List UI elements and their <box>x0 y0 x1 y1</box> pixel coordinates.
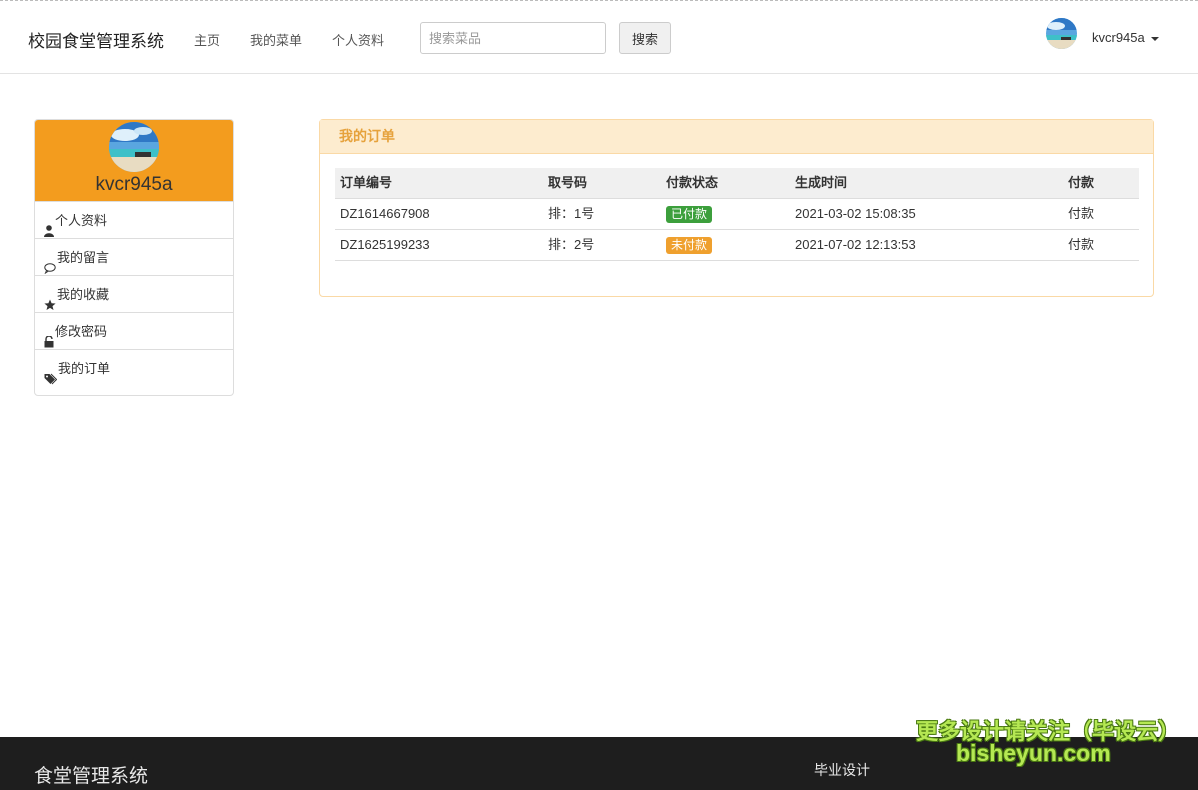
footer-title: 食堂管理系统 <box>34 766 149 787</box>
table-row: DZ1625199233 排：2号 未付款 2021-07-02 12:13:5… <box>335 230 1139 261</box>
orders-table: 订单编号 取号码 付款状态 生成时间 付款 DZ1614667908 排：1号 … <box>335 168 1139 261</box>
column-header: 订单编号 <box>340 175 393 190</box>
status-badge: 已付款 <box>666 206 713 224</box>
star-icon <box>44 288 56 310</box>
created-time: 2021-03-02 15:08:35 <box>795 206 916 221</box>
profile-username: kvcr945a <box>95 174 173 195</box>
profile-avatar <box>109 122 159 172</box>
brand-title[interactable]: 校园食堂管理系统 <box>28 27 164 52</box>
sidebar-item-profile[interactable]: 个人资料 <box>35 201 233 238</box>
sidebar-item-label: 个人资料 <box>55 212 108 228</box>
search-button[interactable]: 搜索 <box>619 22 671 54</box>
avatar[interactable] <box>1046 18 1077 49</box>
panel-title: 我的订单 <box>320 120 1153 154</box>
pay-link[interactable]: 付款 <box>1068 230 1094 260</box>
sidebar-item-messages[interactable]: 我的留言 <box>35 238 233 275</box>
comment-icon <box>44 251 56 275</box>
column-header: 生成时间 <box>795 175 848 190</box>
watermark-url: bisheyun.com <box>956 740 1111 766</box>
unlock-icon <box>44 325 54 348</box>
order-number: DZ1614667908 <box>340 206 430 221</box>
sidebar-item-orders[interactable]: 我的订单 <box>35 349 233 386</box>
order-number: DZ1625199233 <box>340 237 430 252</box>
user-icon <box>44 214 54 237</box>
avatar-image <box>109 122 159 172</box>
sidebar-item-label: 修改密码 <box>55 323 108 339</box>
table-row: DZ1614667908 排：1号 已付款 2021-03-02 15:08:3… <box>335 199 1139 230</box>
nav-home[interactable]: 主页 <box>194 30 220 49</box>
orders-panel: 我的订单 订单编号 取号码 付款状态 生成时间 付款 DZ1614667908 … <box>319 119 1154 297</box>
user-name: kvcr945a <box>1092 30 1145 45</box>
pay-link[interactable]: 付款 <box>1068 199 1094 229</box>
table-header-row: 订单编号 取号码 付款状态 生成时间 付款 <box>335 168 1139 199</box>
tags-icon <box>44 362 58 385</box>
column-header: 取号码 <box>548 175 588 190</box>
sidebar-item-password[interactable]: 修改密码 <box>35 312 233 349</box>
user-dropdown[interactable]: kvcr945a <box>1092 30 1159 45</box>
sidebar-item-label: 我的收藏 <box>57 286 110 302</box>
column-header: 付款状态 <box>666 175 719 190</box>
nav-my-menu[interactable]: 我的菜单 <box>250 30 302 49</box>
sidebar-item-favorites[interactable]: 我的收藏 <box>35 275 233 312</box>
profile-header: kvcr945a <box>35 120 233 201</box>
caret-down-icon <box>1150 36 1159 41</box>
sidebar-item-label: 我的留言 <box>57 249 110 265</box>
created-time: 2021-07-02 12:13:53 <box>795 237 916 252</box>
nav-profile[interactable]: 个人资料 <box>332 30 384 49</box>
ticket-number: 排：1号 <box>548 206 595 221</box>
avatar-image <box>1046 18 1077 49</box>
footer-link[interactable]: 毕业设计 <box>814 760 870 780</box>
navbar: 校园食堂管理系统 主页 我的菜单 个人资料 搜索 kvcr945a <box>0 3 1198 74</box>
status-badge: 未付款 <box>666 237 713 255</box>
sidebar-item-label: 我的订单 <box>58 360 111 376</box>
column-header: 付款 <box>1068 175 1095 190</box>
search-input[interactable] <box>420 22 606 54</box>
ticket-number: 排：2号 <box>548 237 595 252</box>
profile-sidebar: kvcr945a 个人资料 我的留言 我的收藏 修改密码 我的订单 <box>34 119 234 396</box>
